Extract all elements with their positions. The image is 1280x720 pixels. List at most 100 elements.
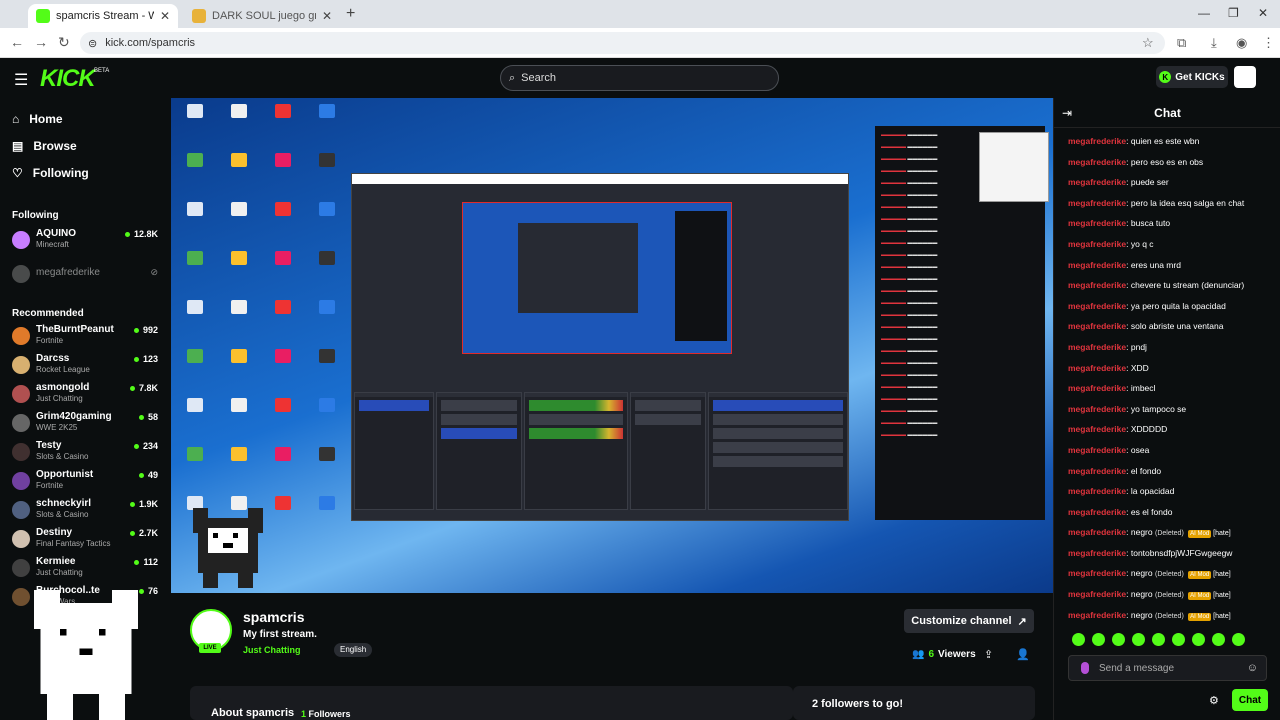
- recommended-channel[interactable]: Opportunist Fortnite 49: [12, 469, 162, 495]
- maximize-icon[interactable]: ❐: [1228, 6, 1239, 20]
- chat-message: megafrederike: puede ser: [1068, 177, 1169, 188]
- microphone-icon[interactable]: [1081, 662, 1089, 674]
- chat-text: ya pero quita la opacidad: [1130, 300, 1226, 311]
- user-avatar[interactable]: [1234, 66, 1256, 88]
- chat-message-input[interactable]: Send a message ☺: [1068, 655, 1267, 681]
- viewer-count: 7.8K: [130, 383, 158, 393]
- send-chat-button[interactable]: Chat: [1232, 689, 1268, 711]
- chat-username[interactable]: megafrederike: [1068, 589, 1126, 599]
- close-window-icon[interactable]: ✕: [1258, 6, 1268, 20]
- emote-icon[interactable]: [1172, 633, 1185, 646]
- chat-username[interactable]: megafrederike: [1068, 280, 1126, 290]
- chat-username[interactable]: megafrederike: [1068, 568, 1126, 578]
- channel-name: megafrederike: [36, 267, 100, 278]
- close-tab-icon[interactable]: ✕: [160, 9, 170, 23]
- following-channel[interactable]: AQUINO Minecraft 12.8K: [12, 228, 162, 254]
- emote-icon[interactable]: [1072, 633, 1085, 646]
- channel-name[interactable]: spamcris: [243, 609, 304, 625]
- bookmark-star-icon[interactable]: ☆: [1142, 35, 1154, 51]
- video-player[interactable]: ▬▬▬▬▬ ▬▬▬▬▬▬ ▬▬▬▬▬ ▬▬▬▬▬▬ ▬▬▬▬▬ ▬▬▬▬▬▬ ▬▬▬▬…: [171, 98, 1053, 593]
- channel-avatar: [12, 356, 30, 374]
- extensions-icon[interactable]: ⧉: [1177, 35, 1186, 51]
- emote-icon[interactable]: [1232, 633, 1245, 646]
- chat-text: la opacidad: [1130, 486, 1175, 497]
- chat-username[interactable]: megafrederike: [1068, 466, 1126, 476]
- viewer-count: 👥 6 Viewers: [912, 649, 976, 660]
- recommended-channel[interactable]: Destiny Final Fantasy Tactics 2.7K: [12, 527, 162, 553]
- chat-username[interactable]: megafrederike: [1068, 301, 1126, 311]
- recommended-channel[interactable]: Grim420gaming WWE 2K25 58: [12, 411, 162, 437]
- language-tag[interactable]: English: [334, 643, 373, 657]
- chat-username[interactable]: megafrederike: [1068, 486, 1126, 496]
- emote-icon[interactable]: [1132, 633, 1145, 646]
- chat-panel: ⇥ Chat megafrederike: quien es este wbn m…: [1053, 98, 1280, 720]
- chat-username[interactable]: megafrederike: [1068, 342, 1126, 352]
- minimize-icon[interactable]: —: [1198, 6, 1210, 20]
- recommended-channel[interactable]: schneckyirl Slots & Casino 1.9K: [12, 498, 162, 524]
- forward-icon[interactable]: →: [34, 34, 48, 50]
- emote-icon[interactable]: [1152, 633, 1165, 646]
- obs-controls-dock: [708, 392, 848, 510]
- chat-message: megafrederike: es el fondo: [1068, 506, 1173, 517]
- chat-username[interactable]: megafrederike: [1068, 507, 1126, 517]
- chat-text: el fondo: [1130, 465, 1162, 476]
- chat-username[interactable]: megafrederike: [1068, 239, 1126, 249]
- stream-category[interactable]: Just Chatting: [243, 645, 301, 655]
- emote-icon[interactable]: [1192, 633, 1205, 646]
- download-icon[interactable]: ⤓: [1211, 35, 1217, 51]
- chat-username[interactable]: megafrederike: [1068, 527, 1126, 537]
- desktop-app-icon: [275, 153, 291, 167]
- chat-username[interactable]: megafrederike: [1068, 157, 1126, 167]
- close-tab-icon[interactable]: ✕: [322, 9, 332, 23]
- chat-username[interactable]: megafrederike: [1068, 260, 1126, 270]
- new-tab-button[interactable]: +: [346, 5, 355, 23]
- url-field[interactable]: ⊜ kick.com/spamcris: [80, 32, 1165, 54]
- customize-label: Customize channel: [911, 615, 1012, 627]
- follow-user-icon[interactable]: 👤: [1016, 648, 1030, 661]
- emoji-icon[interactable]: ☺: [1247, 662, 1258, 674]
- chat-settings-gear-icon[interactable]: ⚙: [1209, 694, 1219, 707]
- recommended-channel[interactable]: TheBurntPeanut Fortnite 992: [12, 324, 162, 350]
- recommended-channel[interactable]: Testy Slots & Casino 234: [12, 440, 162, 466]
- chat-username[interactable]: megafrederike: [1068, 383, 1126, 393]
- back-icon[interactable]: ←: [10, 34, 24, 50]
- chat-username[interactable]: megafrederike: [1068, 424, 1126, 434]
- kick-logo[interactable]: KICK: [40, 65, 96, 93]
- nav-browse[interactable]: ▤ Browse: [12, 139, 77, 153]
- chat-username[interactable]: megafrederike: [1068, 218, 1126, 228]
- chat-username[interactable]: megafrederike: [1068, 610, 1126, 620]
- chat-username[interactable]: megafrederike: [1068, 177, 1126, 187]
- recommended-channel[interactable]: asmongold Just Chatting 7.8K: [12, 382, 162, 408]
- chat-username[interactable]: megafrederike: [1068, 321, 1126, 331]
- site-info-icon[interactable]: ⊜: [88, 37, 97, 50]
- moderation-tag: [hate]: [1213, 530, 1231, 538]
- browser-tab[interactable]: DARK SOUL juego gratis online ✕: [184, 4, 340, 28]
- chat-username[interactable]: megafrederike: [1068, 136, 1126, 146]
- following-channel-offline[interactable]: megafrederike ⊘: [12, 262, 162, 288]
- emote-icon[interactable]: [1212, 633, 1225, 646]
- desktop-app-icon: [319, 398, 335, 412]
- chat-username[interactable]: megafrederike: [1068, 548, 1126, 558]
- emote-icon[interactable]: [1092, 633, 1105, 646]
- nav-following[interactable]: ♡ Following: [12, 166, 89, 180]
- reload-icon[interactable]: ↻: [58, 34, 70, 51]
- chat-username[interactable]: megafrederike: [1068, 445, 1126, 455]
- emote-icon[interactable]: [1112, 633, 1125, 646]
- chat-username[interactable]: megafrederike: [1068, 198, 1126, 208]
- profile-icon[interactable]: ◉: [1236, 35, 1247, 51]
- search-input[interactable]: ⌕ Search: [500, 65, 779, 91]
- menu-dots-icon[interactable]: ⋮: [1262, 35, 1275, 51]
- recommended-channel[interactable]: Darcss Rocket League 123: [12, 353, 162, 379]
- desktop-app-icon: [187, 251, 203, 265]
- customize-channel-button[interactable]: Customize channel ↗: [904, 609, 1034, 633]
- recommended-channel[interactable]: Kermiee Just Chatting 112: [12, 556, 162, 582]
- share-icon[interactable]: ⇪: [984, 648, 993, 661]
- get-kicks-button[interactable]: K Get KICKs: [1156, 66, 1228, 88]
- channel-avatar: [12, 414, 30, 432]
- chat-username[interactable]: megafrederike: [1068, 363, 1126, 373]
- hamburger-menu-icon[interactable]: ☰: [14, 70, 28, 90]
- nav-home[interactable]: ⌂ Home: [12, 112, 63, 126]
- browser-tab-active[interactable]: spamcris Stream - Watch Live o ✕: [28, 4, 178, 28]
- channel-avatar: [12, 327, 30, 345]
- chat-username[interactable]: megafrederike: [1068, 404, 1126, 414]
